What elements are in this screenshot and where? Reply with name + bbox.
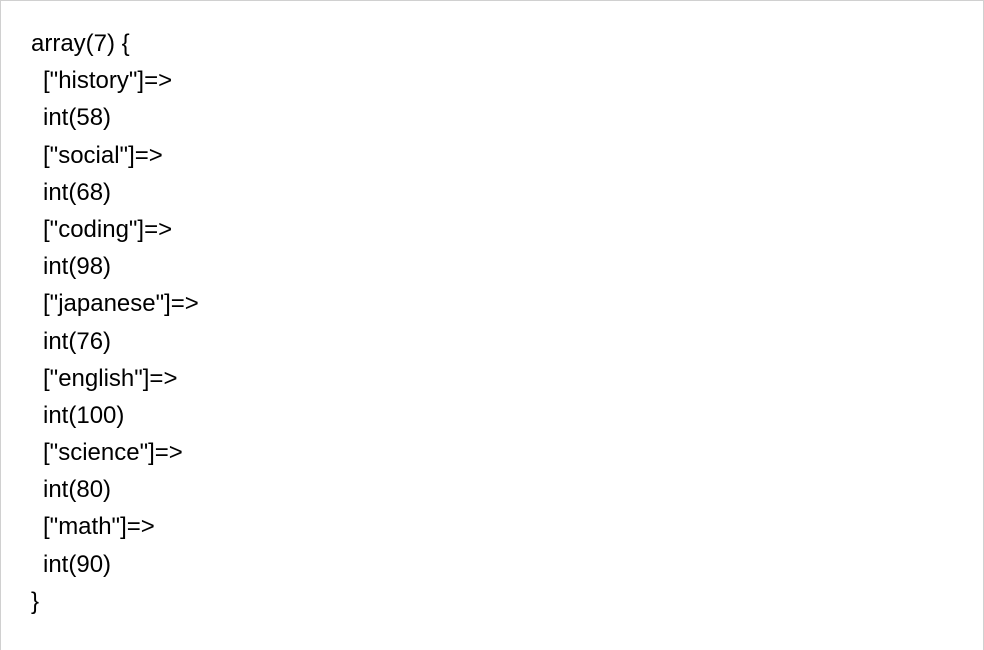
entry-key: ["japanese"]=> [31,285,953,322]
entry-val: int(80) [31,471,953,508]
entry-val: int(90) [31,546,953,583]
code-output-block: array(7) { ["history"]=> int(58) ["socia… [0,0,984,650]
entry-key: ["science"]=> [31,434,953,471]
entry-val: int(68) [31,174,953,211]
entry-val: int(98) [31,248,953,285]
entry-val: int(100) [31,397,953,434]
entry-val: int(58) [31,99,953,136]
entry-key: ["math"]=> [31,508,953,545]
entry-key: ["history"]=> [31,62,953,99]
entry-key: ["social"]=> [31,137,953,174]
entry-key: ["coding"]=> [31,211,953,248]
entry-key: ["english"]=> [31,360,953,397]
array-footer: } [31,583,953,620]
entry-val: int(76) [31,323,953,360]
array-header: array(7) { [31,25,953,62]
